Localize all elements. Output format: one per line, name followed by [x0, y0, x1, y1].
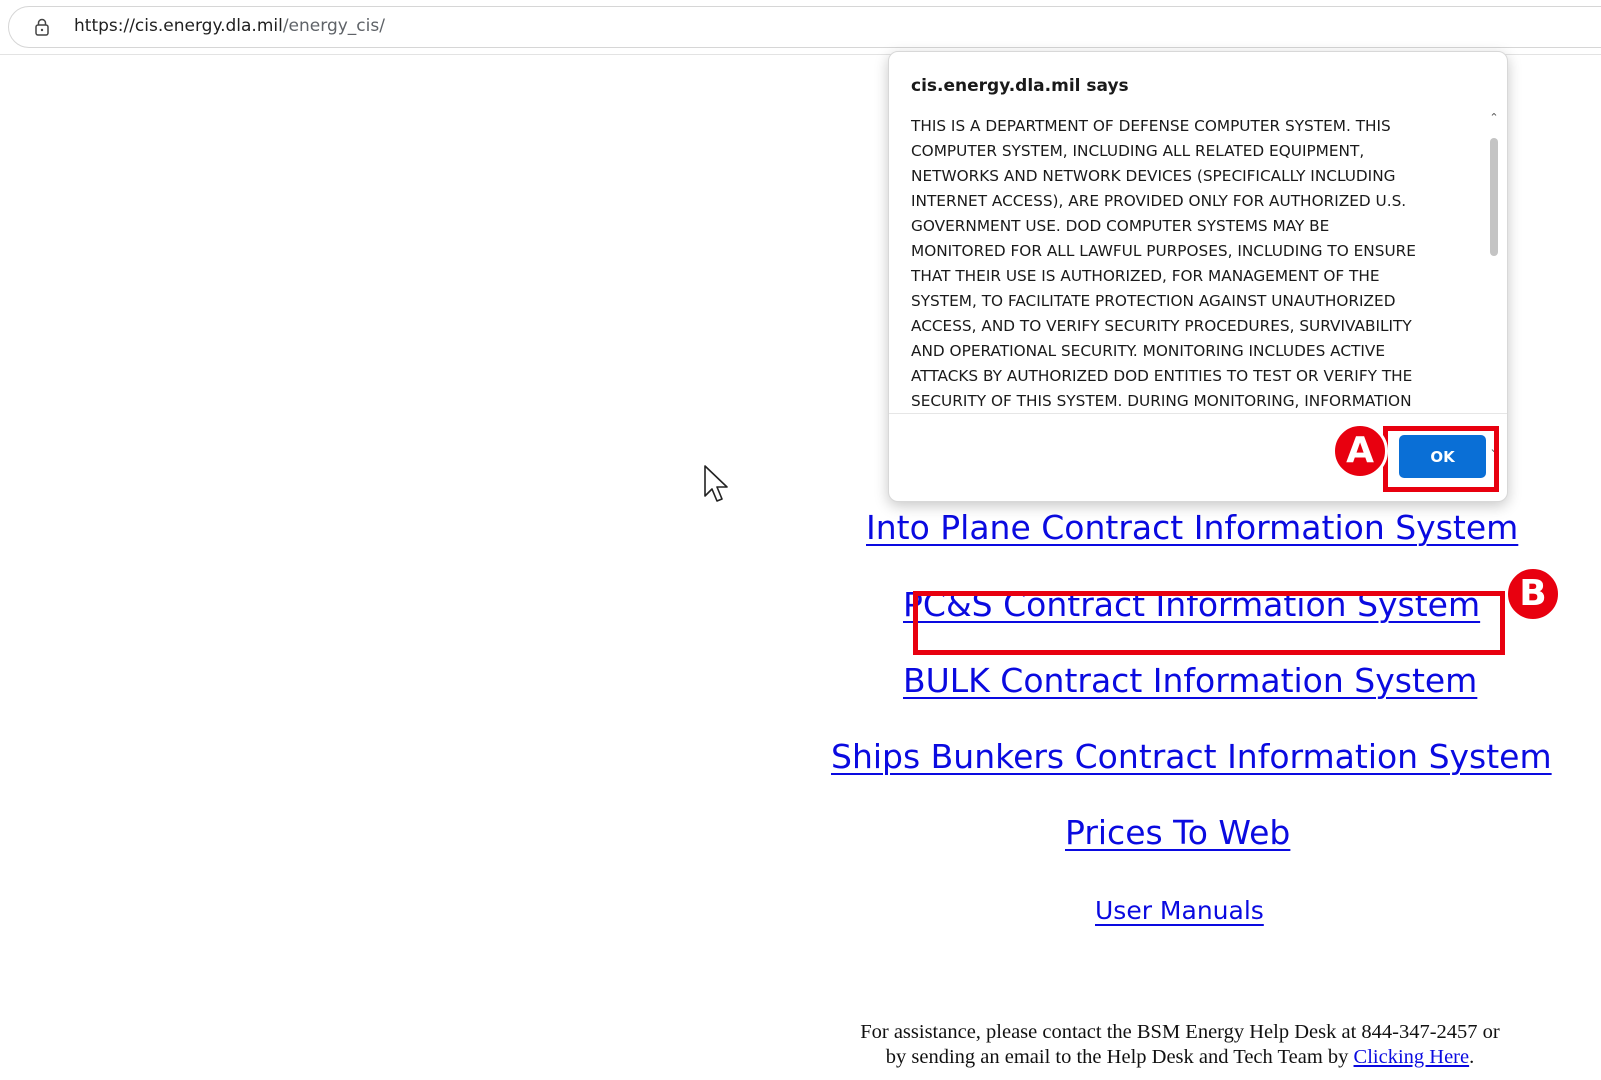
help-desk-text: For assistance, please contact the BSM E… [820, 1020, 1540, 1070]
dialog-divider [889, 413, 1507, 414]
url-host: https://cis.energy.dla.mil [74, 16, 283, 36]
dialog-line: THAT THEIR USE IS AUTHORIZED, FOR MANAGE… [911, 267, 1380, 285]
annotation-box-a [1383, 426, 1499, 492]
help-line-1: For assistance, please contact the BSM E… [860, 1021, 1500, 1043]
dialog-line: SYSTEM, TO FACILITATE PROTECTION AGAINST… [911, 292, 1396, 310]
dialog-line: THIS IS A DEPARTMENT OF DEFENSE COMPUTER… [911, 117, 1391, 135]
user-manuals-link[interactable]: User Manuals [1095, 896, 1264, 925]
site-info-lock-icon[interactable] [35, 18, 49, 36]
dialog-line: ATTACKS BY AUTHORIZED DOD ENTITIES TO TE… [911, 367, 1413, 385]
dialog-line: SECURITY OF THIS SYSTEM. DURING MONITORI… [911, 392, 1412, 410]
help-line-2-suffix: . [1469, 1046, 1475, 1068]
dialog-title: cis.energy.dla.mil says [911, 76, 1129, 96]
scrollbar-thumb[interactable] [1490, 138, 1498, 256]
help-line-2-prefix: by sending an email to the Help Desk and… [885, 1046, 1354, 1068]
clicking-here-link[interactable]: Clicking Here [1354, 1046, 1470, 1068]
address-bar[interactable]: https://cis.energy.dla.mil/energy_cis/ [8, 6, 1601, 48]
into-plane-link[interactable]: Into Plane Contract Information System [866, 508, 1518, 547]
dialog-line: COMPUTER SYSTEM, INCLUDING ALL RELATED E… [911, 142, 1365, 160]
annotation-box-b [913, 591, 1505, 655]
browser-window: https://cis.energy.dla.mil/energy_cis/ I… [0, 0, 1601, 1080]
dialog-line: AND OPERATIONAL SECURITY. MONITORING INC… [911, 342, 1386, 360]
help-line-2: by sending an email to the Help Desk and… [820, 1045, 1540, 1070]
annotation-badge-a: A [1332, 423, 1388, 479]
dialog-scrollbar[interactable]: ⌃ ⌄ [1485, 110, 1503, 465]
dialog-line: INTERNET ACCESS), ARE PROVIDED ONLY FOR … [911, 192, 1407, 210]
annotation-badge-b: B [1505, 566, 1561, 622]
prices-to-web-link[interactable]: Prices To Web [1065, 813, 1290, 852]
dialog-line: NETWORKS AND NETWORK DEVICES (SPECIFICAL… [911, 167, 1396, 185]
dialog-line: ACCESS, AND TO VERIFY SECURITY PROCEDURE… [911, 317, 1412, 335]
mouse-cursor-icon [704, 465, 728, 502]
url-path: /energy_cis/ [282, 16, 385, 36]
ships-bunkers-link[interactable]: Ships Bunkers Contract Information Syste… [831, 737, 1552, 776]
bulk-contract-link[interactable]: BULK Contract Information System [903, 661, 1477, 700]
dialog-line: MONITORED FOR ALL LAWFUL PURPOSES, INCLU… [911, 242, 1416, 260]
dialog-line: GOVERNMENT USE. DOD COMPUTER SYSTEMS MAY… [911, 217, 1330, 235]
url-text[interactable]: https://cis.energy.dla.mil/energy_cis/ [74, 16, 385, 36]
scroll-up-arrow-icon[interactable]: ⌃ [1488, 112, 1500, 124]
